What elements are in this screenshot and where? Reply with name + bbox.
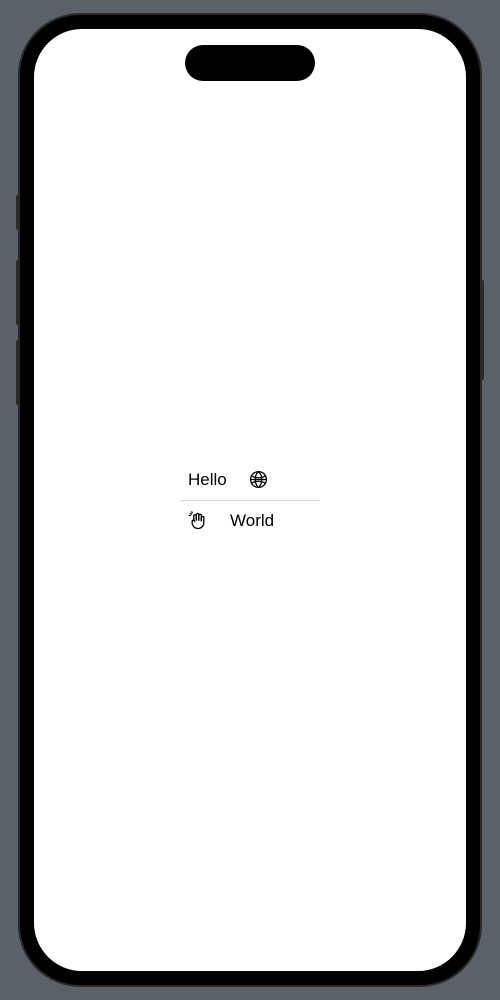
volume-silence-switch: [16, 195, 20, 230]
list-row-label: Hello: [188, 470, 227, 490]
volume-up-button: [16, 260, 20, 325]
list-row-label: World: [230, 511, 274, 531]
phone-frame: Hello: [20, 15, 480, 985]
power-button: [480, 280, 484, 380]
screen: Hello: [34, 29, 466, 971]
volume-down-button: [16, 340, 20, 405]
list-row-world[interactable]: World: [180, 501, 320, 541]
hand-wave-icon: [188, 511, 208, 531]
list-content: Hello: [180, 460, 320, 541]
dynamic-island: [185, 45, 315, 81]
list-row-hello[interactable]: Hello: [180, 460, 320, 500]
globe-icon: [249, 470, 269, 490]
